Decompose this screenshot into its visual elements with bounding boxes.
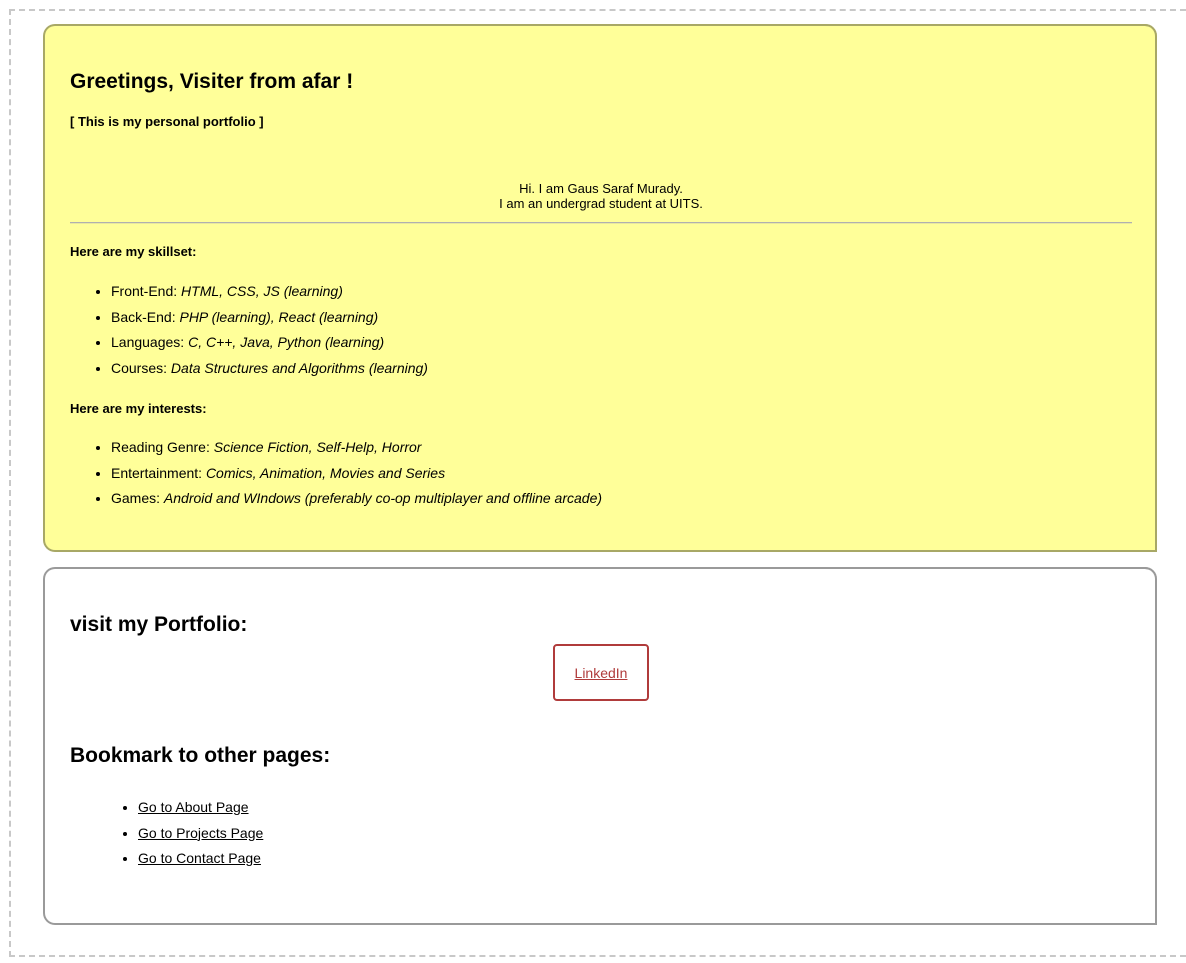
list-item: Courses: Data Structures and Algorithms … [111, 356, 428, 382]
bookmark-list: Go to About Page Go to Projects Page Go … [97, 795, 263, 872]
contact-page-link[interactable]: Go to Contact Page [138, 850, 261, 866]
skill-label: Languages: [111, 334, 189, 350]
portfolio-heading: visit my Portfolio: [70, 613, 248, 636]
skill-value: PHP (learning), React (learning) [179, 308, 379, 325]
about-page-link[interactable]: Go to About Page [138, 799, 249, 815]
interest-label: Reading Genre: [111, 439, 214, 455]
links-card: visit my Portfolio: LinkedIn Bookmark to… [43, 567, 1157, 925]
bio-text: Hi. I am Gaus Saraf Murady. I am an unde… [45, 181, 1157, 211]
interests-list: Reading Genre: Science Fiction, Self-Hel… [70, 435, 602, 512]
list-item: Games: Android and WIndows (preferably c… [111, 486, 602, 512]
linkedin-link[interactable]: LinkedIn [575, 665, 628, 681]
skill-value: C, C++, Java, Python (learning) [188, 334, 385, 350]
interest-value: Comics, Animation, Movies and Series [205, 464, 446, 481]
projects-page-link[interactable]: Go to Projects Page [138, 825, 263, 841]
interests-heading: Here are my interests: [70, 401, 207, 416]
skill-label: Front-End: [111, 283, 182, 299]
skill-label: Courses: [111, 359, 171, 376]
list-item: Back-End: PHP (learning), React (learnin… [111, 305, 428, 331]
section-divider [70, 222, 1132, 224]
list-item: Reading Genre: Science Fiction, Self-Hel… [111, 435, 602, 461]
list-item: Go to Contact Page [138, 846, 263, 872]
portfolio-subtitle: [ This is my personal portfolio ] [70, 114, 264, 129]
linkedin-button[interactable]: LinkedIn [553, 644, 649, 701]
skills-list: Front-End: HTML, CSS, JS (learning) Back… [70, 279, 428, 381]
list-item: Languages: C, C++, Java, Python (learnin… [111, 330, 428, 356]
interest-value: Science Fiction, Self-Help, Horror [213, 439, 422, 455]
greeting-heading: Greetings, Visiter from afar ! [70, 70, 354, 93]
skill-value: HTML, CSS, JS (learning) [181, 283, 343, 299]
list-item: Entertainment: Comics, Animation, Movies… [111, 461, 602, 487]
list-item: Go to About Page [138, 795, 263, 821]
skill-label: Back-End: [111, 308, 180, 325]
interest-label: Games: [111, 490, 164, 506]
interest-label: Entertainment: [111, 464, 206, 481]
skills-heading: Here are my skillset: [70, 244, 197, 259]
list-item: Go to Projects Page [138, 821, 263, 847]
list-item: Front-End: HTML, CSS, JS (learning) [111, 279, 428, 305]
bio-line-student: I am an undergrad student at UITS. [499, 196, 703, 211]
interest-value: Android and WIndows (preferably co-op mu… [163, 490, 603, 506]
bookmark-heading: Bookmark to other pages: [70, 744, 331, 767]
intro-card: Greetings, Visiter from afar ! [ This is… [43, 24, 1157, 552]
bio-line-name: Hi. I am Gaus Saraf Murady. [519, 181, 683, 196]
skill-value: Data Structures and Algorithms (learning… [170, 359, 428, 376]
